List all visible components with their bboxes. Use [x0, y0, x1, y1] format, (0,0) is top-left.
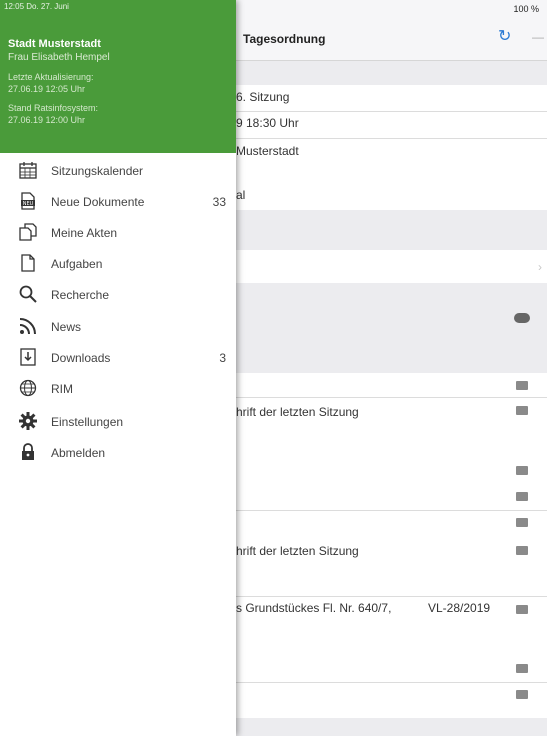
battery-status: 100 % [513, 4, 539, 14]
more-indicator: — [532, 30, 544, 44]
folder-icon[interactable] [516, 605, 528, 614]
folder-icon[interactable] [516, 466, 528, 475]
drawer-header: 12:05 Do. 27. Juni Stadt Musterstadt Fra… [0, 0, 236, 153]
menu-item-label: RIM [51, 382, 73, 396]
downloads-count: 3 [219, 351, 226, 365]
new-documents-count: 33 [212, 195, 226, 209]
status-time: 12:05 Do. 27. Juni [4, 2, 69, 11]
menu-item-downloads[interactable]: Downloads 3 [0, 342, 236, 372]
folder-icon[interactable] [516, 406, 528, 415]
menu-item-sitzungskalender[interactable]: Sitzungskalender [0, 155, 236, 185]
menu-item-news[interactable]: News [0, 311, 236, 341]
ris-status-value: 27.06.19 12:00 Uhr [8, 115, 86, 125]
menu-item-label: Sitzungskalender [51, 164, 144, 178]
menu-item-label: Einstellungen [51, 415, 124, 429]
menu-item-meine-akten[interactable]: Meine Akten [0, 217, 236, 247]
gear-icon [19, 412, 37, 430]
menu-item-label: Downloads [51, 351, 111, 365]
menu-item-abmelden[interactable]: Abmelden [0, 437, 236, 467]
download-icon [20, 348, 36, 366]
organization-name: Stadt Musterstadt [8, 38, 101, 50]
meeting-title: 6. Sitzung [236, 90, 290, 104]
globe-icon [19, 379, 37, 397]
side-drawer: 12:05 Do. 27. Juni Stadt Musterstadt Fra… [0, 0, 236, 736]
menu-item-label: News [51, 320, 82, 334]
menu-item-aufgaben[interactable]: Aufgaben [0, 248, 236, 278]
last-update-label: Letzte Aktualisierung: [8, 72, 94, 82]
last-update-value: 27.06.19 12:05 Uhr [8, 84, 86, 94]
agenda-item-text: hrift der letzten Sitzung [236, 405, 359, 419]
folder-icon[interactable] [516, 664, 528, 673]
svg-text:NEU: NEU [23, 201, 34, 207]
menu-item-label: Recherche [51, 288, 110, 302]
folder-icon[interactable] [516, 381, 528, 390]
meeting-extra: al [236, 188, 246, 202]
folder-icon[interactable] [516, 492, 528, 501]
menu-item-label: Aufgaben [51, 257, 103, 271]
files-icon [19, 223, 37, 241]
menu-item-recherche[interactable]: Recherche [0, 279, 236, 309]
user-name: Frau Elisabeth Hempel [8, 52, 110, 63]
menu-item-label: Meine Akten [51, 226, 118, 240]
menu-item-rim[interactable]: RIM [0, 373, 236, 403]
menu-item-label: Neue Dokumente [51, 195, 145, 209]
agenda-item-reference: VL-28/2019 [428, 601, 491, 615]
menu-item-label: Abmelden [51, 446, 106, 460]
search-icon [19, 285, 37, 303]
chevron-right-icon: › [538, 260, 542, 274]
agenda-item-text: hrift der letzten Sitzung [236, 544, 359, 558]
folder-icon[interactable] [516, 690, 528, 699]
lock-icon [22, 443, 34, 460]
rss-icon [19, 318, 36, 335]
meeting-time: 9 18:30 Uhr [236, 116, 299, 130]
document-icon [21, 254, 35, 272]
page-title: Tagesordnung [243, 32, 326, 46]
ris-status-label: Stand Ratsinfosystem: [8, 103, 99, 113]
new-document-icon: NEU [21, 192, 35, 210]
menu-item-einstellungen[interactable]: Einstellungen [0, 406, 236, 436]
cloud-download-icon[interactable] [514, 313, 530, 323]
calendar-icon [19, 162, 37, 179]
refresh-icon[interactable]: ↻ [498, 26, 511, 46]
menu-item-neue-dokumente[interactable]: NEU Neue Dokumente 33 [0, 186, 236, 216]
folder-icon[interactable] [516, 546, 528, 555]
folder-icon[interactable] [516, 518, 528, 527]
meeting-place: Musterstadt [236, 144, 299, 158]
agenda-item-text: s Grundstückes Fl. Nr. 640/7, [236, 601, 392, 615]
